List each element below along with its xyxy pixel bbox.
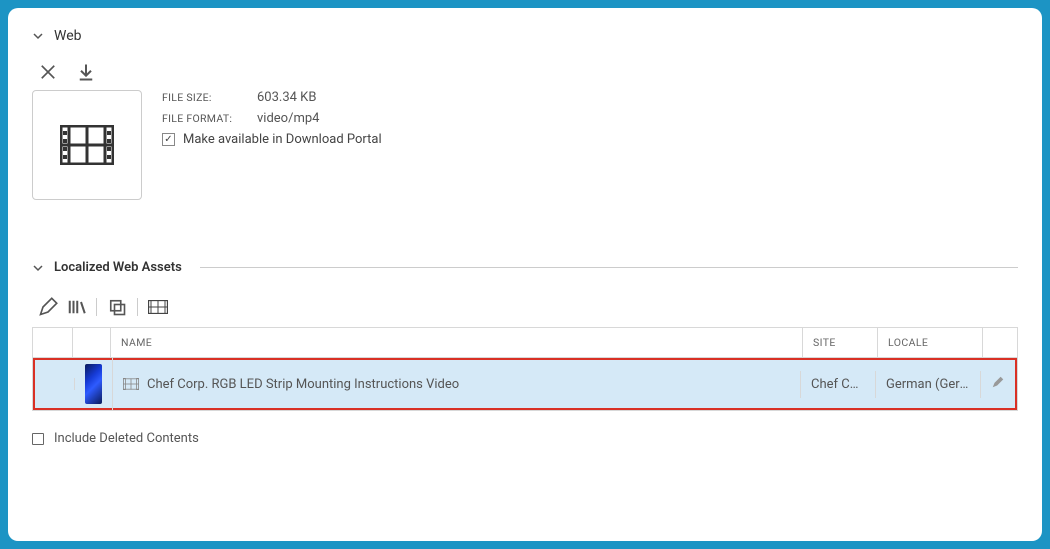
include-deleted-label: Include Deleted Contents	[54, 431, 199, 446]
localized-toolbar	[32, 293, 1018, 321]
file-format-value: video/mp4	[257, 111, 319, 126]
col-thumb	[73, 328, 111, 357]
file-size-value: 603.34 KB	[257, 90, 316, 105]
asset-details: FILE SIZE: 603.34 KB FILE FORMAT: video/…	[32, 90, 1018, 200]
table-row[interactable]: Chef Corp. RGB LED Strip Mounting Instru…	[35, 360, 1015, 408]
separator	[96, 298, 97, 316]
download-icon[interactable]	[76, 62, 96, 82]
col-locale-header[interactable]: LOCALE	[878, 328, 983, 357]
film-icon	[60, 125, 114, 165]
col-name-header[interactable]: NAME	[111, 328, 803, 357]
library-icon[interactable]	[66, 297, 86, 317]
download-portal-label: Make available in Download Portal	[183, 132, 382, 147]
row-locale: German (Germ…	[876, 371, 981, 398]
checkbox-checked-icon: ✓	[162, 133, 175, 146]
file-size-label: FILE SIZE:	[162, 90, 257, 105]
video-icon[interactable]	[148, 297, 168, 317]
divider	[200, 267, 1018, 268]
row-site: Chef Corp.	[801, 371, 876, 398]
row-name-text: Chef Corp. RGB LED Strip Mounting Instru…	[147, 377, 459, 392]
include-deleted-checkbox[interactable]: Include Deleted Contents	[32, 431, 1018, 446]
checkbox-unchecked-icon	[32, 433, 44, 445]
file-format-label: FILE FORMAT:	[162, 111, 257, 126]
section-header-localized: Localized Web Assets	[32, 260, 1018, 275]
row-name: Chef Corp. RGB LED Strip Mounting Instru…	[113, 371, 801, 398]
col-actions	[983, 328, 1017, 357]
close-icon[interactable]	[38, 62, 58, 82]
film-icon	[123, 378, 139, 390]
pencil-icon	[991, 375, 1005, 389]
localized-assets-table: NAME SITE LOCALE Chef Corp. RGB LED Stri…	[32, 327, 1018, 411]
highlighted-row-frame: Chef Corp. RGB LED Strip Mounting Instru…	[33, 358, 1017, 410]
panel: Web FILE SIZE: 603.34 KB	[8, 8, 1042, 541]
chevron-down-icon[interactable]	[32, 262, 44, 274]
asset-thumbnail[interactable]	[32, 90, 142, 200]
section-header-web: Web	[32, 28, 1018, 44]
web-actions	[32, 62, 1018, 82]
asset-meta: FILE SIZE: 603.34 KB FILE FORMAT: video/…	[162, 90, 382, 147]
download-portal-checkbox[interactable]: ✓ Make available in Download Portal	[162, 132, 382, 147]
row-thumbnail	[75, 358, 113, 410]
row-handle[interactable]	[35, 378, 75, 390]
section-title-web: Web	[54, 28, 82, 44]
row-edit-button[interactable]	[981, 369, 1015, 399]
col-handle	[33, 328, 73, 357]
copy-icon[interactable]	[107, 297, 127, 317]
separator	[137, 298, 138, 316]
video-thumb-icon	[85, 364, 102, 404]
chevron-down-icon[interactable]	[32, 30, 44, 42]
table-header: NAME SITE LOCALE	[33, 328, 1017, 358]
section-title-localized: Localized Web Assets	[54, 260, 182, 275]
col-site-header[interactable]: SITE	[803, 328, 878, 357]
edit-icon[interactable]	[38, 297, 58, 317]
